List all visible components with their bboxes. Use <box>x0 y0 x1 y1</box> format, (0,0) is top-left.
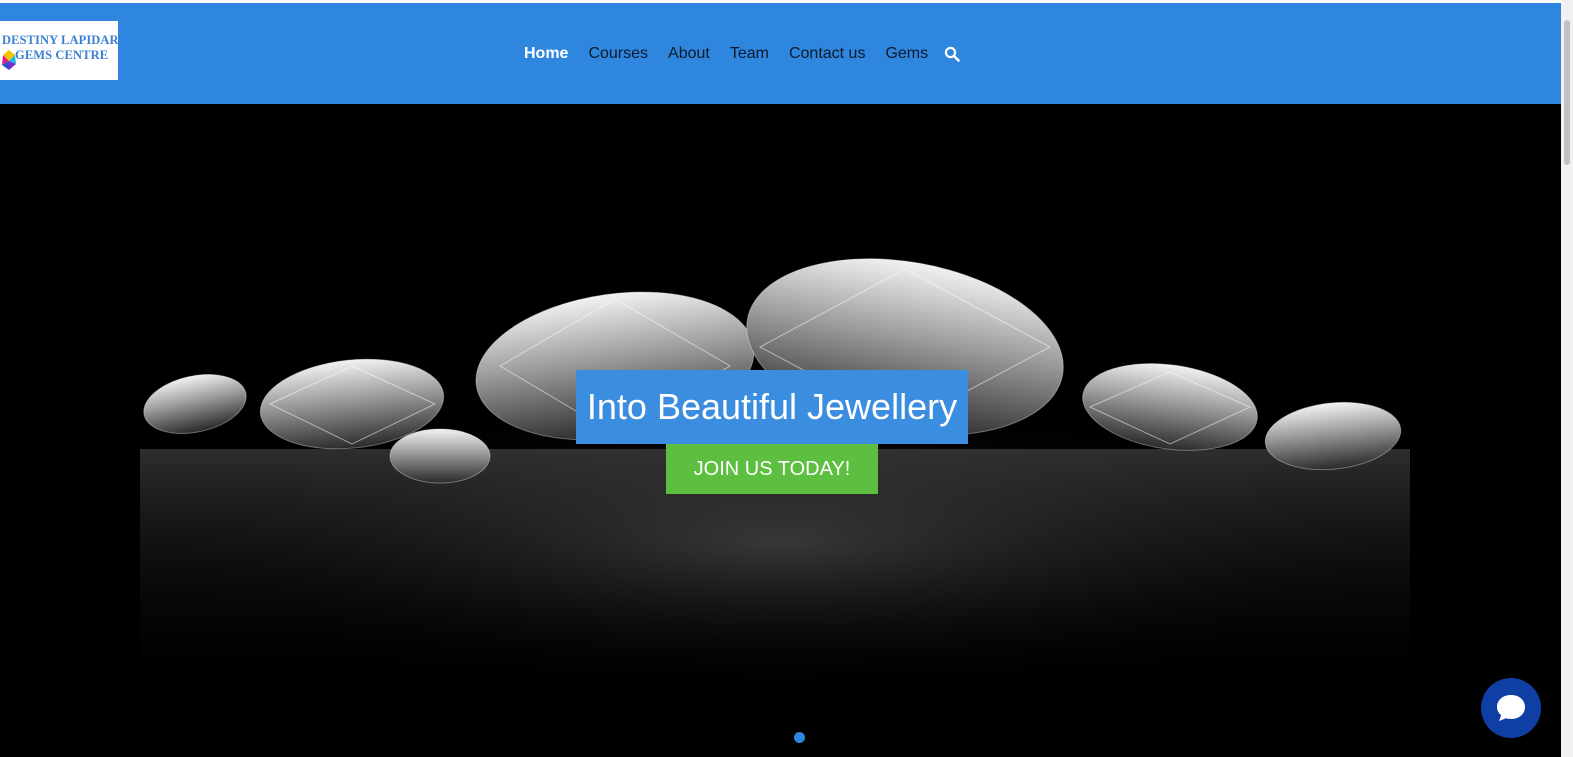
main-nav: Home Courses About Team Contact us Gems <box>524 45 960 63</box>
chat-widget-button[interactable] <box>1481 678 1541 738</box>
join-us-button[interactable]: JOIN US TODAY! <box>666 444 878 494</box>
nav-contact-us[interactable]: Contact us <box>789 45 865 63</box>
logo-text-line2: GEMS CENTRE <box>15 48 109 62</box>
page-scrollbar[interactable] <box>1561 0 1573 757</box>
nav-home[interactable]: Home <box>524 45 568 63</box>
nav-about[interactable]: About <box>668 45 710 63</box>
hero-slider: Into Beautiful Jewellery JOIN US TODAY! <box>0 104 1561 757</box>
hero-headline: Into Beautiful Jewellery <box>576 370 968 444</box>
nav-courses[interactable]: Courses <box>588 45 648 63</box>
nav-gems[interactable]: Gems <box>885 45 928 63</box>
logo-text-line1: DESTINY LAPIDARY <box>2 33 118 47</box>
site-logo[interactable]: DESTINY LAPIDARY GEMS CENTRE <box>0 21 118 80</box>
slider-dot[interactable] <box>794 732 805 743</box>
site-header: DESTINY LAPIDARY GEMS CENTRE Home Course… <box>0 3 1561 104</box>
chat-bubble-icon <box>1497 695 1525 721</box>
search-icon[interactable] <box>944 46 960 62</box>
nav-team[interactable]: Team <box>730 45 769 63</box>
page: DESTINY LAPIDARY GEMS CENTRE Home Course… <box>0 0 1573 757</box>
scrollbar-thumb[interactable] <box>1564 20 1570 165</box>
